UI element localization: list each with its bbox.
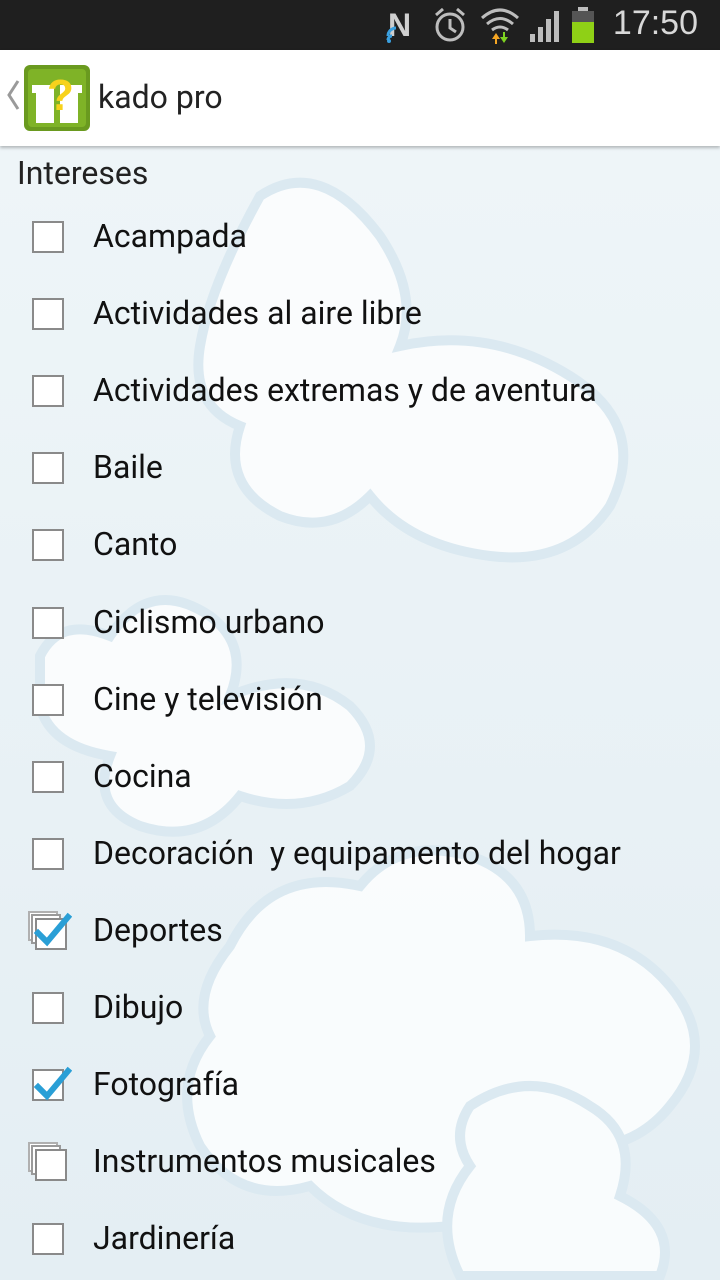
interest-label: Fotografía (93, 1065, 240, 1104)
section-title: Intereses (17, 154, 149, 192)
svg-text:N: N (388, 7, 411, 43)
checkbox-icon[interactable] (28, 217, 72, 261)
checkbox-checked-icon[interactable] (28, 910, 72, 955)
nfc-icon: N (386, 7, 411, 43)
interest-label: Baile (93, 448, 163, 487)
checkbox-icon[interactable] (28, 525, 72, 569)
alarm-icon (435, 7, 465, 42)
checkbox-icon[interactable] (28, 988, 72, 1032)
gift-question-icon[interactable]: ? (24, 65, 90, 131)
interest-label: Jardinería (93, 1219, 236, 1258)
interest-row[interactable]: Fotografía (0, 1047, 720, 1124)
interest-row[interactable]: Baile (0, 430, 720, 507)
interest-row[interactable]: Instrumentos musicales (0, 1124, 720, 1201)
interest-row[interactable]: Acampada (0, 199, 720, 276)
signal-icon (530, 11, 559, 42)
interest-label: Decoración y equipamento del hogar (93, 833, 621, 872)
interests-list-screen: Intereses Acampada Actividades al aire li… (0, 146, 720, 1280)
interest-label: Dibujo (93, 988, 184, 1026)
checkbox-icon[interactable] (28, 757, 72, 801)
interest-row[interactable]: Actividades extremas y de aventura (0, 353, 720, 430)
interest-label: Cocina (93, 756, 192, 795)
checkbox-icon[interactable] (28, 603, 72, 647)
interest-label: Canto (93, 525, 178, 564)
interest-row[interactable]: Cocina (0, 739, 720, 816)
interest-row[interactable]: Ciclismo urbano (0, 585, 720, 662)
interest-row[interactable]: Dibujo (0, 970, 720, 1047)
interest-row[interactable]: Decoración y equipamento del hogar (0, 816, 720, 893)
status-time: 17:50 (612, 4, 698, 42)
checkbox-icon[interactable] (28, 834, 72, 878)
interest-row[interactable]: Deportes (0, 893, 720, 970)
interest-label: Actividades extremas y de aventura (93, 371, 597, 410)
interest-label: Actividades al aire libre (93, 294, 422, 333)
app-title: kado pro (98, 78, 223, 116)
interest-row[interactable]: Actividades al aire libre (0, 276, 720, 353)
wifi-icon (481, 8, 519, 44)
action-bar: ? kado pro (0, 50, 720, 146)
checkbox-icon[interactable] (28, 1219, 72, 1263)
interest-label: Instrumentos musicales (93, 1142, 436, 1181)
interest-label: Acampada (93, 217, 247, 255)
checkbox-checked-icon[interactable] (28, 1065, 72, 1109)
checkbox-icon[interactable] (28, 371, 72, 415)
back-chevron-icon[interactable] (6, 78, 20, 112)
checkbox-icon[interactable] (28, 680, 72, 724)
interest-label: Deportes (93, 910, 223, 949)
checkbox-icon[interactable] (28, 448, 72, 492)
checkbox-icon[interactable] (28, 1142, 72, 1186)
interest-row[interactable]: Cine y televisión (0, 662, 720, 739)
battery-icon (572, 7, 594, 43)
svg-text:?: ? (47, 71, 74, 120)
interest-row[interactable]: Jardinería (0, 1201, 720, 1278)
interest-row[interactable]: Canto (0, 507, 720, 584)
interest-label: Ciclismo urbano (93, 602, 325, 641)
interest-label: Cine y televisión (93, 679, 323, 718)
checkbox-icon[interactable] (28, 294, 72, 338)
status-bar: N 17:50 (0, 0, 720, 50)
